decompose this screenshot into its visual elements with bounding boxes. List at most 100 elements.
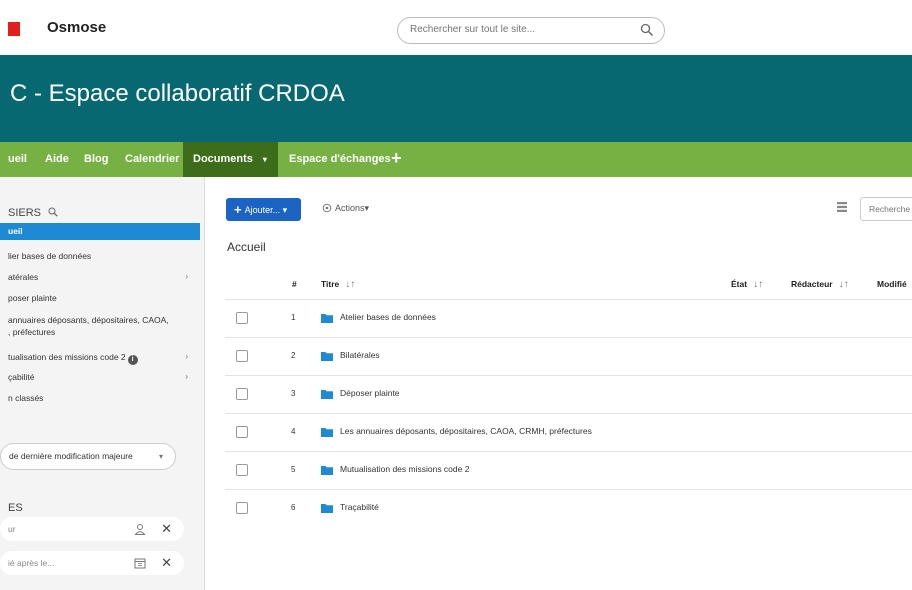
row-checkbox[interactable] (236, 502, 248, 514)
sidebar-item-label-line2: , préfectures (8, 327, 56, 337)
sidebar-item-mutualisation[interactable]: tualisation des missions code 2i › (0, 351, 200, 365)
chevron-down-icon: ▾ (282, 205, 288, 215)
sort-icon[interactable]: ↓↑ (345, 279, 355, 290)
add-button-label: Ajouter... (244, 205, 281, 215)
table-row[interactable]: 1 Atelier bases de données (225, 299, 912, 337)
chevron-right-icon[interactable]: › (185, 271, 188, 283)
nav-item-calendrier[interactable]: Calendrier (125, 142, 179, 177)
folder-icon (321, 428, 333, 437)
logo-icon[interactable] (8, 22, 20, 36)
folder-icon (321, 314, 333, 323)
sidebar-item-non-classes[interactable]: n classés (0, 392, 200, 404)
sidebar-header: SIERS (8, 207, 58, 219)
sidebar-item-accueil[interactable]: ueil (0, 223, 200, 240)
table-row[interactable]: 4 Les annuaires déposants, dépositaires,… (225, 413, 912, 451)
nav-item-blog[interactable]: Blog (84, 142, 108, 177)
row-title-link[interactable]: Déposer plainte (340, 388, 400, 398)
row-title-link[interactable]: Mutualisation des missions code 2 (340, 464, 469, 474)
row-number: 2 (291, 351, 296, 360)
row-checkbox[interactable] (236, 312, 248, 324)
breadcrumb: Accueil (227, 240, 266, 254)
chevron-right-icon[interactable]: › (185, 351, 188, 363)
row-title-link[interactable]: Traçabilité (340, 502, 379, 512)
main-nav: ueil Aide Blog Calendrier Documents ▾ Esp… (0, 142, 912, 177)
top-bar: Osmose (0, 0, 912, 55)
table-row[interactable]: 5 Mutualisation des missions code 2 (225, 451, 912, 489)
nav-item-documents[interactable]: Documents ▾ (183, 142, 278, 177)
chevron-right-icon[interactable]: › (185, 371, 188, 383)
table-row[interactable]: 3 Déposer plainte (225, 375, 912, 413)
column-header-author-label: Rédacteur (791, 279, 833, 289)
brand-name[interactable]: Osmose (47, 19, 106, 36)
row-title-link[interactable]: Bilatérales (340, 350, 380, 360)
sidebar-item-label: atérales (8, 272, 39, 282)
actions-menu[interactable]: Actions▾ (322, 203, 369, 214)
sidebar-item-bilaterales[interactable]: atérales › (0, 271, 200, 283)
filter-date-placeholder: ié après le... (8, 558, 55, 568)
site-banner: C - Espace collaboratif CRDOA (0, 55, 912, 142)
sort-icon[interactable]: ↓↑ (839, 279, 849, 290)
row-checkbox[interactable] (236, 388, 248, 400)
gear-icon (322, 203, 332, 213)
nav-item-aide[interactable]: Aide (45, 142, 69, 177)
row-checkbox[interactable] (236, 464, 248, 476)
sidebar: SIERS ueil lier bases de données atérale… (0, 177, 205, 590)
row-number: 6 (291, 503, 296, 512)
nav-item-accueil[interactable]: ueil (8, 142, 27, 177)
site-search[interactable] (397, 17, 665, 44)
info-icon: i (127, 355, 138, 365)
sidebar-item-tracabilite[interactable]: çabilité › (0, 371, 200, 383)
table-row[interactable]: 2 Bilatérales (225, 337, 912, 375)
add-tab-icon[interactable]: + (391, 148, 402, 169)
sidebar-item-label: tualisation des missions code 2 (8, 352, 126, 362)
column-header-author[interactable]: Rédacteur ↓↑ (791, 275, 849, 300)
filter-author-placeholder: ur (8, 524, 16, 534)
sidebar-header-label: SIERS (8, 207, 42, 219)
row-number: 1 (291, 313, 296, 322)
row-checkbox[interactable] (236, 350, 248, 362)
table-row[interactable]: 6 Traçabilité (225, 489, 912, 527)
column-header-num: # (292, 279, 297, 289)
row-title-link[interactable]: Atelier bases de données (340, 312, 436, 322)
sidebar-item-label: çabilité (8, 372, 35, 382)
column-header-title[interactable]: Titre ↓↑ (321, 275, 355, 300)
sidebar-item-label-line1: annuaires déposants, dépositaires, CAOA, (8, 315, 169, 325)
folder-icon (321, 352, 333, 361)
close-icon[interactable]: ✕ (161, 517, 172, 541)
chevron-down-icon: ▾ (364, 203, 370, 213)
sidebar-item-annuaires[interactable]: annuaires déposants, dépositaires, CAOA,… (0, 314, 200, 338)
filters-header: ES (8, 502, 23, 514)
sort-icon[interactable]: ↓↑ (753, 279, 763, 290)
nav-item-espace-echanges[interactable]: Espace d'échanges (289, 142, 391, 177)
document-search-input[interactable] (860, 197, 912, 221)
filter-modified-after[interactable]: ié après le... ✕ (0, 551, 184, 575)
sidebar-item-atelier[interactable]: lier bases de données (0, 250, 200, 262)
sidebar-item-deposer-plainte[interactable]: poser plainte (0, 292, 200, 304)
column-header-modified[interactable]: Modifié (877, 275, 907, 300)
plus-icon: + (234, 202, 242, 217)
add-button[interactable]: + Ajouter... ▾ (226, 198, 301, 221)
column-header-state-label: État (731, 279, 748, 289)
search-icon[interactable] (640, 23, 654, 37)
row-checkbox[interactable] (236, 426, 248, 438)
folder-icon (321, 466, 333, 475)
nav-item-documents-label: Documents (193, 153, 253, 165)
site-title: C - Espace collaboratif CRDOA (10, 80, 345, 107)
calendar-icon[interactable] (134, 557, 146, 569)
user-icon[interactable] (134, 523, 146, 535)
actions-label: Actions (335, 203, 365, 213)
search-icon[interactable] (48, 207, 58, 217)
sort-select[interactable]: de dernière modification majeure ▾ (0, 443, 176, 470)
site-search-input[interactable] (410, 24, 635, 35)
column-header-title-label: Titre (321, 279, 340, 289)
column-header-state[interactable]: État ↓↑ (731, 275, 763, 300)
sort-select-value: de dernière modification majeure (9, 451, 133, 461)
folder-icon (321, 390, 333, 399)
close-icon[interactable]: ✕ (161, 551, 172, 575)
grid-view-icon[interactable] (837, 202, 847, 212)
row-title-link[interactable]: Les annuaires déposants, dépositaires, C… (340, 426, 592, 436)
main-content: +Ajouter... ▾ Actions▾ Accueil # Titre↓↑… (205, 177, 912, 590)
filter-author[interactable]: ur ✕ (0, 517, 184, 541)
row-number: 3 (291, 389, 296, 398)
chevron-down-icon: ▾ (262, 155, 267, 164)
